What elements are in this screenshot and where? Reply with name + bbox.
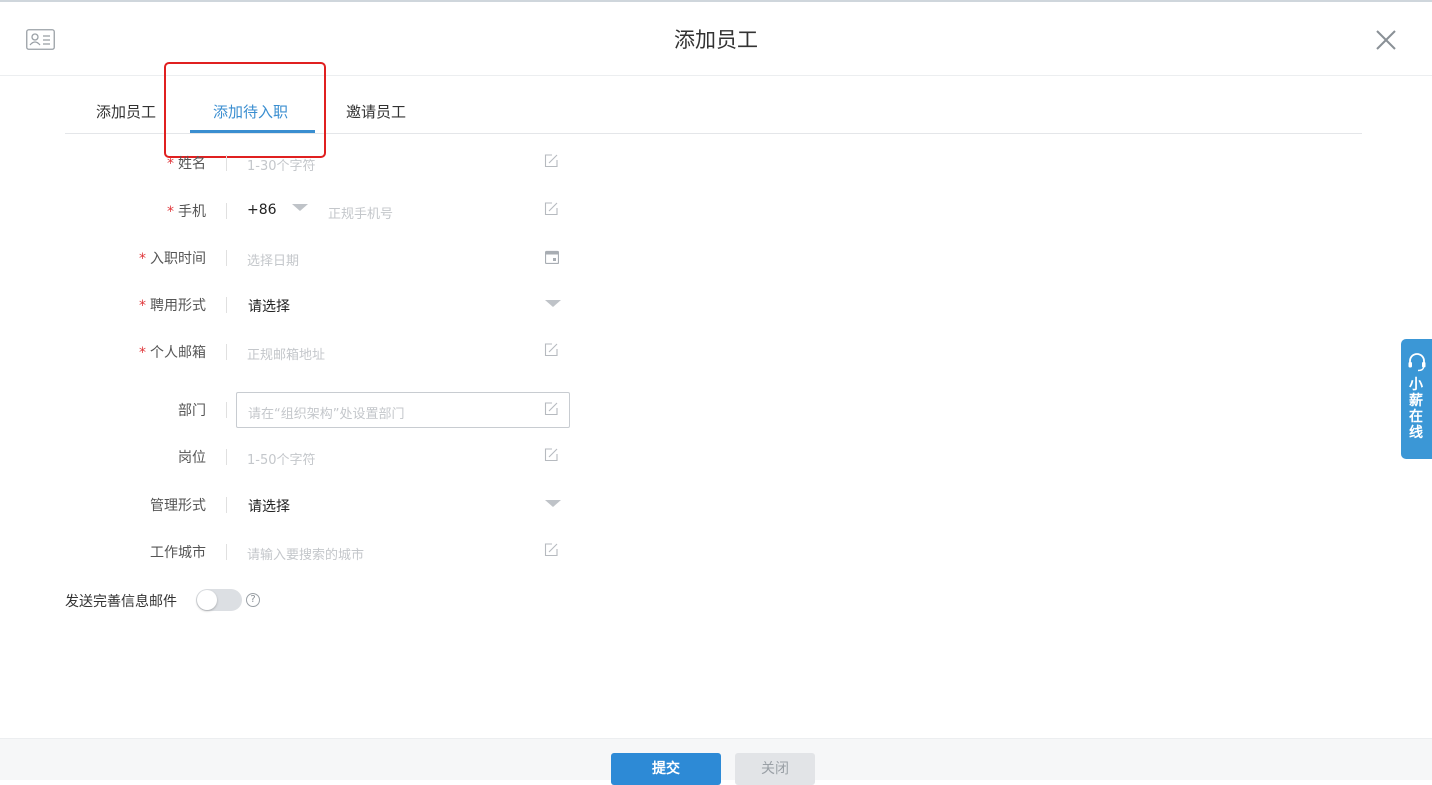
divider <box>226 544 227 560</box>
management-type-label: 管理形式 <box>150 498 206 514</box>
divider <box>226 344 227 360</box>
edit-icon <box>544 154 558 168</box>
position-input[interactable]: 1-50个字符 <box>236 439 570 473</box>
form-row-position: 岗位 1-50个字符 <box>0 439 600 473</box>
chevron-down-icon <box>545 500 561 507</box>
management-type-select[interactable]: 请选择 <box>236 487 570 521</box>
work-city-label: 工作城市 <box>150 545 206 561</box>
tab-add-pending-onboard[interactable]: 添加待入职 <box>213 101 288 122</box>
form-row-name: * 姓名 1-30个字符 <box>0 145 600 179</box>
divider <box>226 449 227 465</box>
form-row-department: 部门 请在“组织架构”处设置部门 <box>0 392 600 428</box>
edit-icon <box>544 343 558 357</box>
send-info-email-row: 发送完善信息邮件 ? <box>65 588 365 614</box>
form-row-email: * 个人邮箱 正规邮箱地址 <box>0 334 600 368</box>
divider <box>226 155 227 171</box>
department-placeholder: 请在“组织架构”处设置部门 <box>248 407 405 422</box>
work-city-input[interactable]: 请输入要搜索的城市 <box>236 534 570 568</box>
department-input[interactable]: 请在“组织架构”处设置部门 <box>236 392 570 428</box>
form-row-employment-type: * 聘用形式 请选择 <box>0 287 600 321</box>
onboard-date-placeholder: 选择日期 <box>247 254 300 269</box>
chevron-down-icon[interactable] <box>292 204 308 211</box>
onboard-date-label: * 入职时间 <box>139 251 206 267</box>
tab-add-employee[interactable]: 添加员工 <box>96 101 156 122</box>
department-label: 部门 <box>178 403 206 419</box>
edit-icon <box>544 543 558 557</box>
form-row-management-type: 管理形式 请选择 <box>0 487 600 521</box>
send-info-email-toggle[interactable] <box>196 589 242 611</box>
dialog-footer: 提交 关闭 <box>0 738 1432 785</box>
phone-field: +86 正规手机号 <box>236 193 570 227</box>
tab-invite-employee[interactable]: 邀请员工 <box>346 101 406 122</box>
email-placeholder: 正规邮箱地址 <box>247 348 326 363</box>
chevron-down-icon <box>545 300 561 307</box>
edit-icon <box>544 202 558 216</box>
phone-input[interactable]: 正规手机号 <box>328 203 393 222</box>
phone-label: * 手机 <box>167 204 206 220</box>
online-support-label: 小薪在线 <box>1409 377 1423 441</box>
position-label: 岗位 <box>178 450 206 466</box>
divider <box>226 203 227 219</box>
name-placeholder: 1-30个字符 <box>247 159 316 174</box>
headset-icon <box>1408 353 1426 372</box>
country-code-select[interactable]: +86 <box>247 202 277 218</box>
email-label: * 个人邮箱 <box>139 345 206 361</box>
name-input[interactable]: 1-30个字符 <box>236 145 570 179</box>
position-placeholder: 1-50个字符 <box>247 453 316 468</box>
form-row-onboard-date: * 入职时间 选择日期 <box>0 240 600 274</box>
divider <box>226 402 227 418</box>
active-tab-indicator <box>190 130 315 133</box>
close-button[interactable]: 关闭 <box>735 753 815 785</box>
work-city-placeholder: 请输入要搜索的城市 <box>247 548 365 563</box>
name-label: * 姓名 <box>167 156 206 172</box>
tab-bar: 添加员工 添加待入职 邀请员工 <box>65 90 1362 134</box>
email-input[interactable]: 正规邮箱地址 <box>236 334 570 368</box>
calendar-icon[interactable] <box>545 250 559 264</box>
dialog-title: 添加员工 <box>674 28 758 52</box>
employment-type-value: 请选择 <box>248 299 290 315</box>
divider <box>226 250 227 266</box>
employment-type-select[interactable]: 请选择 <box>236 287 570 321</box>
onboard-date-picker[interactable]: 选择日期 <box>236 240 570 274</box>
submit-button[interactable]: 提交 <box>611 753 721 785</box>
employment-type-label: * 聘用形式 <box>139 298 206 314</box>
edit-icon <box>544 448 558 462</box>
toggle-knob <box>197 590 217 610</box>
management-type-value: 请选择 <box>248 499 290 515</box>
online-support-widget[interactable]: 小薪在线 <box>1401 339 1432 459</box>
edit-icon <box>544 402 558 416</box>
form-row-phone: * 手机 +86 正规手机号 <box>0 193 600 227</box>
divider <box>226 497 227 513</box>
send-info-email-label: 发送完善信息邮件 <box>65 594 177 610</box>
dialog-header: 添加员工 <box>0 2 1432 76</box>
divider <box>226 297 227 313</box>
help-icon[interactable]: ? <box>246 593 260 607</box>
form-row-work-city: 工作城市 请输入要搜索的城市 <box>0 534 600 568</box>
close-icon[interactable] <box>1374 28 1398 52</box>
